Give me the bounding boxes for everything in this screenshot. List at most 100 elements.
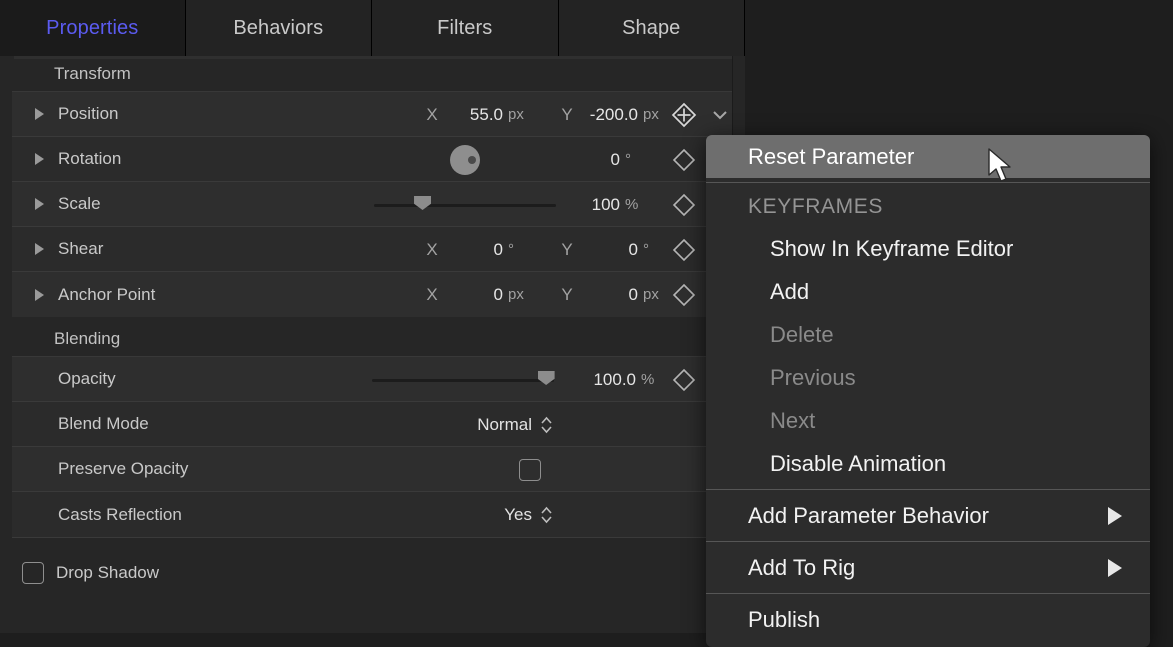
param-row-shear[interactable]: Shear X 0 ° Y 0 ° bbox=[12, 227, 733, 272]
disclosure-triangle-anchor-point-icon[interactable] bbox=[30, 289, 48, 301]
menu-separator-2 bbox=[706, 489, 1150, 490]
anchor-point-y-axis-label: Y bbox=[560, 285, 574, 305]
drop-shadow-label: Drop Shadow bbox=[56, 563, 159, 583]
tab-shape[interactable]: Shape bbox=[559, 0, 746, 56]
menu-item-add-parameter-behavior[interactable]: Add Parameter Behavior bbox=[706, 494, 1150, 537]
disclosure-triangle-position-icon[interactable] bbox=[30, 108, 48, 120]
param-label-preserve-opacity: Preserve Opacity bbox=[58, 459, 188, 479]
param-row-rotation[interactable]: Rotation 0 ° bbox=[12, 137, 733, 182]
opacity-value[interactable]: 100.0 bbox=[554, 370, 636, 390]
menu-separator-3 bbox=[706, 541, 1150, 542]
param-row-scale[interactable]: Scale 100 % bbox=[12, 182, 733, 227]
menu-separator-4 bbox=[706, 593, 1150, 594]
param-row-opacity[interactable]: Opacity 100.0 % bbox=[12, 357, 733, 402]
param-label-rotation: Rotation bbox=[58, 149, 121, 169]
param-row-casts-reflection[interactable]: Casts Reflection Yes bbox=[12, 492, 733, 537]
position-x-unit: px bbox=[508, 106, 526, 123]
stepper-up-down-icon-blend-mode[interactable] bbox=[540, 415, 553, 435]
position-x-value[interactable]: 55.0 bbox=[439, 105, 503, 125]
group-title-transform: Transform bbox=[54, 64, 131, 84]
inspector-panel: Properties Behaviors Filters Shape Trans… bbox=[0, 0, 745, 633]
shear-y-value[interactable]: 0 bbox=[574, 240, 638, 260]
param-row-blend-mode[interactable]: Blend Mode Normal bbox=[12, 402, 733, 447]
shear-x-value[interactable]: 0 bbox=[439, 240, 503, 260]
menu-item-next-label: Next bbox=[770, 408, 815, 434]
menu-item-next: Next bbox=[706, 399, 1150, 442]
shear-values: X 0 ° Y 0 ° bbox=[425, 227, 733, 272]
submenu-arrow-icon-add-parameter-behavior bbox=[1108, 507, 1122, 525]
keyframe-diamond-icon-rotation[interactable] bbox=[661, 148, 707, 172]
shear-x-axis-label: X bbox=[425, 240, 439, 260]
position-y-unit: px bbox=[643, 106, 661, 123]
menu-item-add[interactable]: Add bbox=[706, 270, 1150, 313]
tab-filters[interactable]: Filters bbox=[372, 0, 559, 56]
keyframe-diamond-icon-scale[interactable] bbox=[661, 193, 707, 217]
keyframe-diamond-icon-anchor-point[interactable] bbox=[661, 283, 707, 307]
drop-shadow-row[interactable]: Drop Shadow bbox=[0, 548, 745, 598]
tab-behaviors[interactable]: Behaviors bbox=[186, 0, 373, 56]
blend-mode-values: Normal bbox=[477, 402, 553, 447]
menu-bottom-padding bbox=[706, 641, 1150, 647]
stepper-up-down-icon-casts-reflection[interactable] bbox=[540, 505, 553, 525]
param-label-position: Position bbox=[58, 104, 118, 124]
menu-item-disable-animation[interactable]: Disable Animation bbox=[706, 442, 1150, 485]
menu-item-previous-label: Previous bbox=[770, 365, 856, 391]
menu-item-add-to-rig-label: Add To Rig bbox=[748, 555, 855, 581]
param-label-scale: Scale bbox=[58, 194, 101, 214]
menu-item-show-in-keyframe-editor[interactable]: Show In Keyframe Editor bbox=[706, 227, 1150, 270]
casts-reflection-values: Yes bbox=[504, 492, 553, 537]
keyframe-diamond-icon-shear[interactable] bbox=[661, 238, 707, 262]
keyframe-animated-icon-position[interactable] bbox=[661, 102, 707, 128]
position-y-value[interactable]: -200.0 bbox=[574, 105, 638, 125]
tab-behaviors-label: Behaviors bbox=[233, 17, 323, 40]
anchor-point-x-value[interactable]: 0 bbox=[439, 285, 503, 305]
group-header-transform: Transform bbox=[0, 56, 745, 91]
chevron-down-icon-position[interactable] bbox=[707, 110, 733, 120]
rotation-values: 0 ° bbox=[374, 137, 733, 182]
rotation-unit: ° bbox=[625, 151, 643, 168]
param-label-casts-reflection: Casts Reflection bbox=[58, 505, 182, 525]
position-x-axis-label: X bbox=[425, 105, 439, 125]
tab-properties[interactable]: Properties bbox=[0, 0, 186, 56]
param-label-shear: Shear bbox=[58, 239, 103, 259]
anchor-point-x-unit: px bbox=[508, 286, 526, 303]
menu-section-keyframes: KEYFRAMES bbox=[706, 187, 1150, 227]
scale-value[interactable]: 100 bbox=[556, 195, 620, 215]
shear-y-axis-label: Y bbox=[560, 240, 574, 260]
menu-item-add-to-rig[interactable]: Add To Rig bbox=[706, 546, 1150, 589]
opacity-values: 100.0 % bbox=[372, 357, 733, 402]
preserve-opacity-checkbox[interactable] bbox=[519, 459, 541, 481]
group-title-blending: Blending bbox=[54, 329, 120, 349]
group-header-blending: Blending bbox=[0, 321, 745, 356]
anchor-point-y-value[interactable]: 0 bbox=[574, 285, 638, 305]
shear-y-unit: ° bbox=[643, 241, 661, 258]
disclosure-triangle-shear-icon[interactable] bbox=[30, 243, 48, 255]
param-label-blend-mode: Blend Mode bbox=[58, 414, 149, 434]
param-row-position[interactable]: Position X 55.0 px Y -200.0 px bbox=[12, 92, 733, 137]
param-row-anchor-point[interactable]: Anchor Point X 0 px Y 0 px bbox=[12, 272, 733, 317]
scale-slider[interactable] bbox=[374, 182, 556, 227]
transform-rows: Position X 55.0 px Y -200.0 px bbox=[12, 91, 733, 317]
disclosure-triangle-scale-icon[interactable] bbox=[30, 198, 48, 210]
keyframe-diamond-icon-opacity[interactable] bbox=[661, 368, 707, 392]
blend-mode-value[interactable]: Normal bbox=[477, 415, 532, 435]
scale-values: 100 % bbox=[374, 182, 733, 227]
menu-item-publish-label: Publish bbox=[748, 607, 820, 633]
menu-item-publish[interactable]: Publish bbox=[706, 598, 1150, 641]
rotation-value[interactable]: 0 bbox=[556, 150, 620, 170]
menu-item-reset-parameter[interactable]: Reset Parameter bbox=[706, 135, 1150, 178]
drop-shadow-checkbox[interactable] bbox=[22, 562, 44, 584]
menu-item-disable-animation-label: Disable Animation bbox=[770, 451, 946, 477]
rotation-dial[interactable] bbox=[374, 137, 556, 182]
tab-filters-label: Filters bbox=[437, 17, 492, 40]
casts-reflection-value[interactable]: Yes bbox=[504, 505, 532, 525]
parameter-context-menu: Reset Parameter KEYFRAMES Show In Keyfra… bbox=[706, 135, 1150, 647]
opacity-slider[interactable] bbox=[372, 357, 554, 402]
menu-item-delete-label: Delete bbox=[770, 322, 834, 348]
tab-properties-label: Properties bbox=[46, 17, 138, 40]
inspector-content: Transform Position X 55.0 px Y -200.0 px bbox=[0, 56, 745, 633]
disclosure-triangle-rotation-icon[interactable] bbox=[30, 153, 48, 165]
anchor-point-y-unit: px bbox=[643, 286, 661, 303]
menu-item-show-in-keyframe-editor-label: Show In Keyframe Editor bbox=[770, 236, 1013, 262]
param-row-preserve-opacity[interactable]: Preserve Opacity bbox=[12, 447, 733, 492]
